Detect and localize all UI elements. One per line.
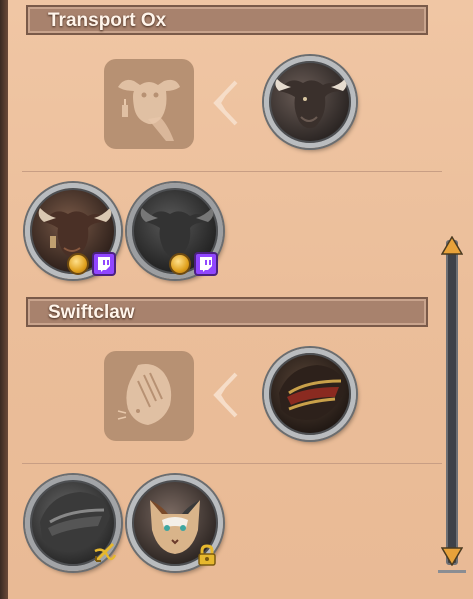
gold-coin-icon xyxy=(67,253,89,275)
section-title: Swiftclaw xyxy=(48,302,135,323)
window-frame-left xyxy=(0,0,8,599)
scrollbar-track[interactable] xyxy=(446,240,458,565)
ox-silhouette-icon xyxy=(104,59,194,149)
twitch-icon xyxy=(194,252,218,276)
section-header-swiftclaw: Swiftclaw xyxy=(26,297,428,327)
section-divider xyxy=(22,171,442,172)
section-title: Transport Ox xyxy=(48,10,167,31)
chevron-left-icon xyxy=(213,372,238,418)
twitch-icon xyxy=(92,252,116,276)
ox-mount-icon[interactable] xyxy=(264,56,356,148)
scroll-up-arrow-icon[interactable] xyxy=(441,236,463,256)
scroll-down-arrow-icon[interactable] xyxy=(441,546,463,566)
gold-coin-icon xyxy=(169,253,191,275)
gold-lock-icon xyxy=(198,544,216,566)
swiftclaw-silhouette-icon xyxy=(104,351,194,441)
scrollbar-base xyxy=(438,570,466,573)
section-divider xyxy=(22,463,442,464)
swiftclaw-saddle-icon[interactable] xyxy=(264,348,356,440)
crossbow-gold-icon xyxy=(94,542,117,563)
chevron-left-icon xyxy=(213,80,238,126)
section-header-transport-ox: Transport Ox xyxy=(26,5,428,35)
